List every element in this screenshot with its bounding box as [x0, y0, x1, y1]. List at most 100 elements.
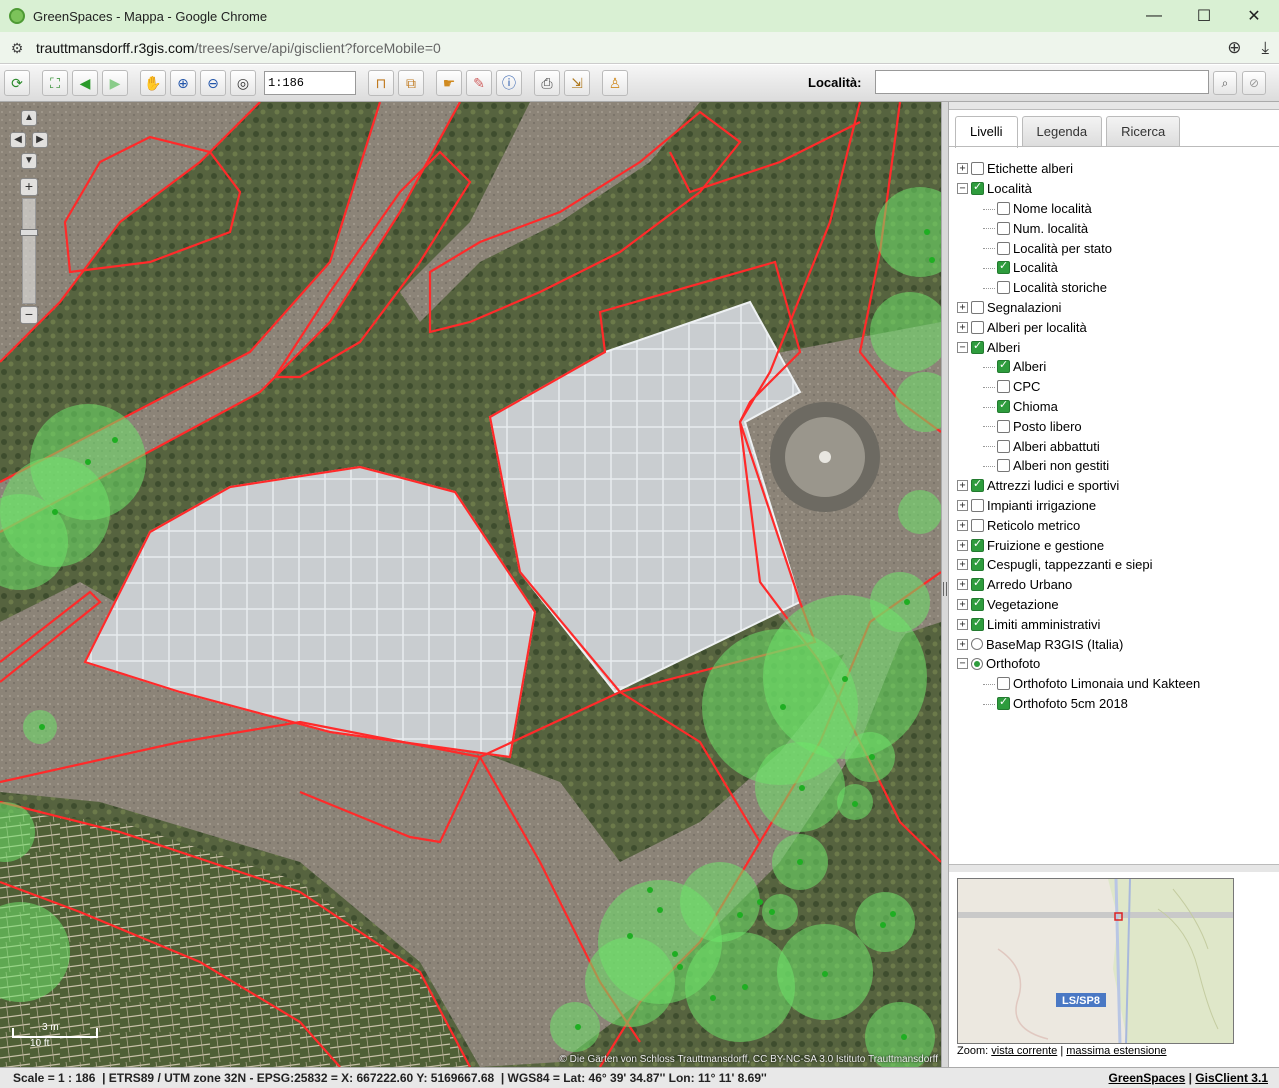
layer-checkbox[interactable]: [997, 695, 1010, 710]
overview-collapse-bar[interactable]: [949, 864, 1279, 872]
layer-label[interactable]: Località storiche: [1013, 280, 1107, 295]
collapse-icon[interactable]: −: [957, 658, 968, 670]
zoom-max-extent-link[interactable]: massima estensione: [1066, 1045, 1166, 1057]
layer-label[interactable]: Chioma: [1013, 399, 1058, 414]
expand-icon[interactable]: +: [957, 163, 968, 175]
forward-arrow-icon[interactable]: ▶: [102, 70, 128, 96]
measure-area-icon[interactable]: ⧉: [398, 70, 424, 96]
zoom-plus-button[interactable]: +: [20, 178, 38, 196]
zoom-indicator-icon[interactable]: ⊕: [1227, 36, 1241, 60]
full-extent-icon[interactable]: ⛶: [42, 70, 68, 96]
layer-checkbox[interactable]: [997, 201, 1010, 215]
expand-icon[interactable]: +: [957, 539, 968, 551]
layer-label[interactable]: Posto libero: [1013, 419, 1082, 434]
search-icon[interactable]: ⌕: [1213, 71, 1237, 95]
print-icon[interactable]: ⎙: [534, 70, 560, 96]
layer-checkbox[interactable]: [971, 162, 984, 176]
layer-label[interactable]: Nome località: [1013, 201, 1092, 216]
expand-icon[interactable]: +: [957, 618, 968, 630]
close-button[interactable]: ✕: [1229, 0, 1279, 32]
info-icon[interactable]: ⓘ: [496, 70, 522, 96]
address-bar[interactable]: ⚙ trauttmansdorff.r3gis.com/trees/serve/…: [0, 32, 1279, 64]
panel-splitter[interactable]: [941, 102, 949, 1067]
geolocate-icon[interactable]: ◎: [230, 70, 256, 96]
layer-label[interactable]: Orthofoto Limonaia und Kakteen: [1013, 676, 1200, 691]
zoom-slider-handle[interactable]: [20, 229, 38, 236]
refresh-icon[interactable]: ⟳: [4, 70, 30, 96]
pan-up-icon[interactable]: ▲: [21, 110, 37, 126]
street-view-icon[interactable]: ♙: [602, 70, 628, 96]
tab-ricerca[interactable]: Ricerca: [1106, 116, 1181, 146]
layer-checkbox[interactable]: [997, 398, 1010, 413]
expand-icon[interactable]: +: [957, 321, 968, 333]
layer-label[interactable]: Alberi per località: [987, 320, 1087, 335]
url-text[interactable]: trauttmansdorff.r3gis.com/trees/serve/ap…: [36, 40, 441, 56]
expand-icon[interactable]: +: [957, 559, 968, 571]
layer-label[interactable]: Alberi: [1013, 359, 1046, 374]
layer-checkbox[interactable]: [997, 439, 1010, 453]
minimize-button[interactable]: —: [1129, 0, 1179, 32]
layer-checkbox[interactable]: [971, 180, 984, 196]
layer-label[interactable]: Orthofoto 5cm 2018: [1013, 696, 1128, 711]
layer-label[interactable]: Arredo Urbano: [987, 577, 1072, 592]
locality-search-input[interactable]: [875, 70, 1209, 94]
layer-label[interactable]: Alberi non gestiti: [1013, 458, 1109, 473]
layer-checkbox[interactable]: [997, 281, 1010, 295]
site-settings-icon[interactable]: ⚙: [8, 39, 26, 57]
layer-label[interactable]: Vegetazione: [987, 597, 1059, 612]
layer-checkbox[interactable]: [971, 300, 984, 314]
zoom-out-icon[interactable]: ⊖: [200, 70, 226, 96]
pan-right-icon[interactable]: ▶: [32, 132, 48, 148]
layer-checkbox[interactable]: [971, 498, 984, 512]
layer-label[interactable]: Fruizione e gestione: [987, 538, 1104, 553]
tab-livelli[interactable]: Livelli: [955, 116, 1018, 148]
layer-checkbox[interactable]: [971, 320, 984, 334]
layer-radio[interactable]: [971, 657, 983, 670]
layer-label[interactable]: Località: [1013, 260, 1058, 275]
zoom-slider-track[interactable]: [20, 198, 38, 304]
collapse-icon[interactable]: −: [957, 183, 968, 195]
pan-left-icon[interactable]: ◀: [10, 132, 26, 148]
zoom-current-view-link[interactable]: vista corrente: [991, 1045, 1057, 1057]
layer-checkbox[interactable]: [997, 419, 1010, 433]
layer-checkbox[interactable]: [971, 556, 984, 572]
edit-feature-icon[interactable]: ✎: [466, 70, 492, 96]
pan-down-icon[interactable]: ▼: [21, 153, 37, 169]
expand-icon[interactable]: +: [957, 480, 968, 492]
tab-legenda[interactable]: Legenda: [1021, 116, 1103, 146]
layer-checkbox[interactable]: [997, 459, 1010, 473]
layer-label[interactable]: Impianti irrigazione: [987, 498, 1096, 513]
layer-label[interactable]: Num. località: [1013, 221, 1088, 236]
scale-input[interactable]: [264, 71, 356, 95]
maximize-button[interactable]: ☐: [1179, 0, 1229, 32]
layer-checkbox[interactable]: [971, 576, 984, 592]
back-arrow-icon[interactable]: ◀: [72, 70, 98, 96]
layer-label[interactable]: Cespugli, tappezzanti e siepi: [987, 557, 1153, 572]
layer-label[interactable]: Reticolo metrico: [987, 518, 1080, 533]
layer-checkbox[interactable]: [997, 259, 1010, 275]
download-icon[interactable]: ⤓: [1261, 36, 1269, 60]
layer-label[interactable]: BaseMap R3GIS (Italia): [986, 637, 1123, 652]
layer-checkbox[interactable]: [997, 221, 1010, 235]
expand-icon[interactable]: +: [957, 638, 968, 650]
measure-line-icon[interactable]: ⊓: [368, 70, 394, 96]
expand-icon[interactable]: +: [957, 579, 968, 591]
layer-label[interactable]: Alberi abbattuti: [1013, 439, 1100, 454]
layer-label[interactable]: Località per stato: [1013, 241, 1112, 256]
layer-checkbox[interactable]: [971, 596, 984, 611]
export-icon[interactable]: ⇲: [564, 70, 590, 96]
layer-checkbox[interactable]: [997, 677, 1010, 691]
greenspaces-link[interactable]: GreenSpaces: [1109, 1071, 1186, 1085]
layer-checkbox[interactable]: [971, 477, 984, 493]
layer-radio[interactable]: [971, 638, 983, 651]
layer-checkbox[interactable]: [997, 380, 1010, 394]
clear-icon[interactable]: ⊘: [1242, 71, 1266, 95]
layer-checkbox[interactable]: [997, 358, 1010, 374]
layer-checkbox[interactable]: [971, 537, 984, 552]
expand-icon[interactable]: +: [957, 301, 968, 313]
panel-collapse-bar[interactable]: [949, 102, 1279, 110]
zoom-minus-button[interactable]: −: [20, 306, 38, 324]
layer-label[interactable]: Alberi: [987, 340, 1020, 355]
select-feature-icon[interactable]: ☛: [436, 70, 462, 96]
zoom-in-icon[interactable]: ⊕: [170, 70, 196, 96]
